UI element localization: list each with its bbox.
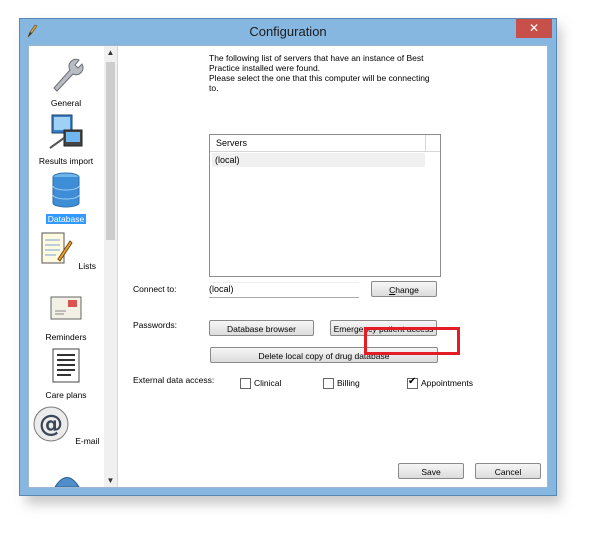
sidebar-item-label: General [50,98,82,108]
sidebar-item-general[interactable]: General [29,54,103,108]
scroll-down-icon[interactable]: ▼ [104,474,117,487]
checkbox-box[interactable]: ✔ [407,376,418,390]
billing-checkbox[interactable]: Billing [323,378,360,390]
database-browser-button[interactable]: Database browser [209,320,314,336]
document-list-icon [52,348,80,383]
header-filler [426,135,440,152]
envelope-icon [50,296,82,320]
wrench-icon [53,58,84,92]
check-icon: ✔ [408,376,417,388]
change-label-rest: hange [395,285,419,295]
sidebar-item-label: Results import [38,156,94,166]
sidebar-item-label: Reminders [45,332,87,342]
intro-line: to. [209,83,219,93]
cancel-button[interactable]: Cancel [475,463,541,479]
servers-list[interactable]: Servers (local) [209,134,441,277]
sidebar-item-results-import[interactable]: Results import [29,112,103,166]
sidebar-item-label: Database [45,214,87,224]
clinical-checkbox[interactable]: Clinical [240,378,281,390]
save-button[interactable]: Save [398,463,464,479]
sidebar-item-label: Lists [78,261,96,271]
svg-text:@: @ [39,410,63,438]
sidebar-item-lists[interactable]: Lists [29,229,103,271]
scroll-thumb[interactable] [106,62,115,240]
connect-to-label: Connect to: [133,284,177,294]
notepad-icon [41,232,73,264]
scroll-up-icon[interactable]: ▲ [104,46,117,59]
computer-network-icon [49,114,83,149]
checkbox-box[interactable] [240,378,251,390]
close-button[interactable]: ✕ [516,19,552,38]
connect-to-field: (local) [209,282,359,298]
list-item[interactable]: (local) [212,153,425,167]
sidebar-item-email[interactable]: @ E-mail [29,404,103,446]
client-area: General Results import Database Lists Re… [28,45,548,488]
checkbox-box[interactable] [323,378,334,390]
database-icon [52,172,80,208]
sidebar-item-label: Care plans [45,390,87,400]
intro-line: Practice installed were found. [209,63,321,73]
window-title: Configuration [249,24,327,39]
servers-column-header[interactable]: Servers [210,135,426,152]
sidebar: General Results import Database Lists Re… [29,46,118,487]
close-icon: ✕ [528,21,540,35]
sidebar-scrollbar[interactable]: ▲ ▼ [104,46,117,487]
sidebar-item-care-plans[interactable]: Care plans [29,346,103,400]
at-sign-icon: @ [33,406,69,442]
external-data-access-label: External data access: [133,375,215,385]
intro-line: The following list of servers that have … [209,53,424,63]
change-button[interactable]: Change [371,281,437,297]
configuration-window: Configuration ✕ General Results import D… [19,18,557,496]
main-panel: The following list of servers that have … [118,46,546,487]
sidebar-item-database[interactable]: Database [29,170,103,224]
sidebar-item-reminders[interactable]: Reminders [29,288,103,342]
title-bar[interactable]: Configuration ✕ [20,19,556,45]
intro-line: Please select the one that this computer… [209,73,430,83]
intro-text: The following list of servers that have … [209,53,459,93]
highlight-box [364,327,460,355]
sidebar-item-label: E-mail [75,436,100,446]
appointments-checkbox[interactable]: ✔ Appointments [407,376,473,390]
partial-icon [54,477,80,487]
passwords-label: Passwords: [133,320,177,330]
